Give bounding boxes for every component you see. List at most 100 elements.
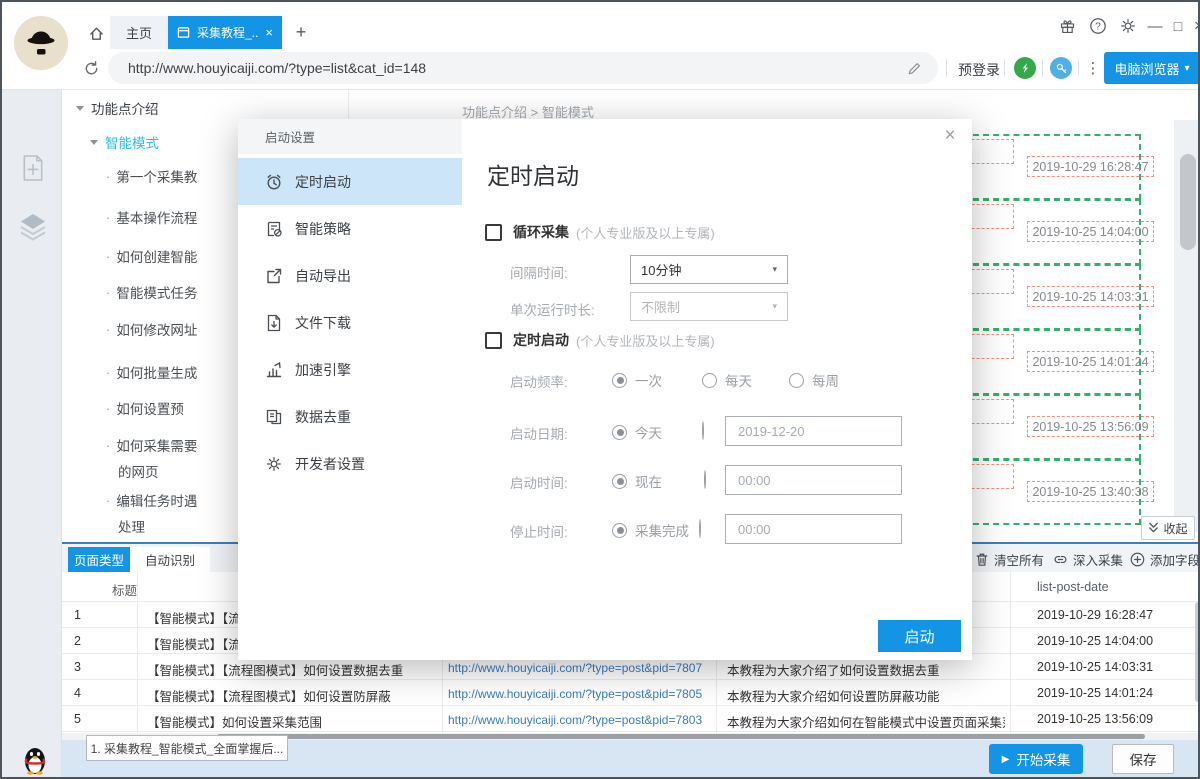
interval-select[interactable]: 10分钟 ▾	[630, 255, 788, 284]
edit-pencil-icon[interactable]	[907, 61, 922, 76]
tree-leaf[interactable]: ·如何修改网址	[106, 319, 197, 339]
tab-label: 页面类型	[74, 550, 124, 569]
clear-all-button[interactable]: 清空所有	[975, 550, 1044, 569]
menu-item-speed-engine[interactable]: 加速引擎	[238, 346, 462, 393]
radio-icon[interactable]	[789, 373, 804, 388]
launch-date-today[interactable]: 今天	[612, 422, 662, 442]
tree-leaf[interactable]: ·如何批量生成	[106, 362, 197, 382]
more-menu-icon[interactable]: ⋮	[1084, 57, 1102, 79]
radio-icon[interactable]	[612, 425, 627, 440]
tree-leaf[interactable]: ·编辑任务时遇 处理	[106, 490, 197, 536]
preview-scrollbar-thumb[interactable]	[1180, 154, 1196, 250]
left-rail	[2, 90, 62, 779]
divider	[1042, 59, 1043, 77]
radio-icon[interactable]	[702, 373, 717, 388]
preview-date[interactable]: 2019-10-25 13:56:09	[1027, 416, 1154, 437]
radio-icon[interactable]	[612, 373, 627, 388]
menu-item-auto-export[interactable]: 自动导出	[238, 252, 462, 299]
radio-label: 一次	[635, 370, 662, 390]
url-bar[interactable]: http://www.houyicaiji.com/?type=list&cat…	[108, 52, 938, 84]
new-task-icon[interactable]	[19, 152, 47, 184]
launch-date-input[interactable]: 2019-12-20	[725, 416, 902, 446]
stop-time-on-complete[interactable]: 采集完成	[612, 520, 689, 540]
task-tab[interactable]: 1. 采集教程_智能模式_全面掌握后...	[86, 735, 288, 761]
tree-leaf[interactable]: ·如何创建智能	[106, 246, 197, 266]
menu-item-file-download[interactable]: 文件下载	[238, 299, 462, 346]
tree-leaf[interactable]: ·基本操作流程	[106, 207, 197, 227]
home-icon[interactable]	[82, 18, 110, 48]
layers-icon[interactable]	[17, 212, 49, 242]
launch-date-value: 2019-12-20	[738, 424, 805, 439]
table-row[interactable]: 5 【智能模式】如何设置采集范围 http://www.houyicaiji.c…	[62, 706, 1200, 732]
menu-item-developer-settings[interactable]: 开发者设置	[238, 440, 462, 487]
new-tab-button[interactable]: +	[288, 16, 314, 49]
tree-leaf[interactable]: ·智能模式任务	[106, 282, 197, 302]
tab-page-type[interactable]: 页面类型	[68, 547, 130, 572]
gift-icon[interactable]	[1055, 15, 1079, 37]
preview-date[interactable]: 2019-10-29 16:28:47	[1027, 156, 1154, 177]
device-mode-button[interactable]: 电脑浏览器 ▾	[1104, 52, 1200, 84]
menu-item-timed-launch[interactable]: 定时启动	[238, 158, 462, 205]
table-row[interactable]: 4 【智能模式】【流程图模式】如何设置防屏蔽 http://www.houyic…	[62, 680, 1200, 706]
launch-time-input[interactable]: 00:00	[725, 465, 902, 495]
tab-active[interactable]: 采集教程_... ×	[168, 16, 282, 49]
table-scrollbar-thumb[interactable]	[1195, 602, 1200, 702]
preview-date[interactable]: 2019-10-25 14:01:24	[1027, 351, 1154, 372]
tab-label: 自动识别	[145, 550, 195, 569]
close-button[interactable]: ×	[1188, 15, 1200, 37]
tab-home[interactable]: 主页	[110, 16, 168, 49]
stop-time-input[interactable]: 00:00	[725, 514, 902, 544]
preview-date[interactable]: 2019-10-25 14:03:31	[1027, 286, 1154, 307]
preview-scrollbar[interactable]	[1174, 120, 1200, 532]
tree-leaf-label: 如何修改网址	[116, 319, 197, 339]
tree-leaf-label: 第一个采集教	[116, 166, 197, 186]
frequency-option-once[interactable]: 一次	[612, 370, 662, 390]
help-icon[interactable]: ?	[1086, 15, 1110, 37]
menu-item-smart-strategy[interactable]: 智能策略	[238, 205, 462, 252]
save-button[interactable]: 保存	[1112, 744, 1174, 774]
tree-leaf[interactable]: ·如何采集需要 的网页	[106, 435, 197, 481]
start-collect-button[interactable]: ▶ 开始采集	[989, 744, 1083, 774]
loop-collect-checkbox[interactable]	[485, 224, 502, 241]
launch-time-now[interactable]: 现在	[612, 471, 662, 491]
collapse-button[interactable]: 收起	[1141, 516, 1195, 540]
add-field-button[interactable]: 添加字段	[1130, 550, 1200, 569]
qq-penguin-icon[interactable]	[22, 745, 48, 775]
launch-time-custom-radio[interactable]	[704, 470, 706, 489]
preview-date[interactable]: 2019-10-25 14:04:00	[1027, 221, 1154, 242]
settings-gear-icon[interactable]	[1116, 15, 1140, 37]
modal-close-icon[interactable]: ×	[938, 124, 962, 148]
launch-button[interactable]: 启动	[878, 620, 961, 652]
menu-item-dedupe[interactable]: 数据去重	[238, 393, 462, 440]
boost-icon[interactable]	[1014, 57, 1036, 79]
frequency-option-weekly[interactable]: 每周	[789, 370, 839, 390]
frequency-option-daily[interactable]: 每天	[702, 370, 752, 390]
horizontal-scrollbar-thumb[interactable]	[217, 734, 1145, 739]
minimize-button[interactable]: —	[1144, 15, 1166, 37]
tree-leaf[interactable]: ·如何设置预	[106, 398, 184, 418]
radio-icon[interactable]	[612, 474, 627, 489]
launch-date-custom-radio[interactable]	[702, 421, 704, 440]
tab-close-icon[interactable]: ×	[265, 25, 273, 40]
cell-date: 2019-10-25 14:04:00	[1037, 634, 1153, 648]
tree-node-active[interactable]: 智能模式	[90, 132, 159, 152]
svg-text:?: ?	[1095, 22, 1101, 33]
menu-item-label: 文件下载	[295, 313, 351, 333]
deep-collect-button[interactable]: 深入采集	[1053, 550, 1123, 569]
tab-auto-detect[interactable]: 自动识别	[130, 547, 210, 572]
timed-launch-row: 定时启动 (个人专业版及以上专属)	[485, 330, 715, 350]
pre-login-button[interactable]: 预登录	[958, 60, 1000, 80]
avatar[interactable]	[14, 16, 68, 70]
stop-time-custom-radio[interactable]	[699, 519, 701, 538]
refresh-icon[interactable]	[80, 57, 102, 79]
modal-menu: 定时启动 智能策略 自动导出 文件下载	[238, 158, 462, 487]
key-icon[interactable]	[1050, 57, 1072, 79]
radio-icon[interactable]	[612, 523, 627, 538]
radio-label: 采集完成	[635, 520, 689, 540]
preview-date[interactable]: 2019-10-25 13:40:38	[1027, 481, 1154, 502]
tree-leaf[interactable]: ·第一个采集教	[106, 166, 197, 186]
timed-launch-checkbox[interactable]	[485, 332, 502, 349]
duration-select[interactable]: 不限制 ▾	[630, 292, 788, 321]
tree-node-root[interactable]: 功能点介绍	[76, 98, 159, 118]
maximize-button[interactable]: □	[1167, 15, 1189, 37]
